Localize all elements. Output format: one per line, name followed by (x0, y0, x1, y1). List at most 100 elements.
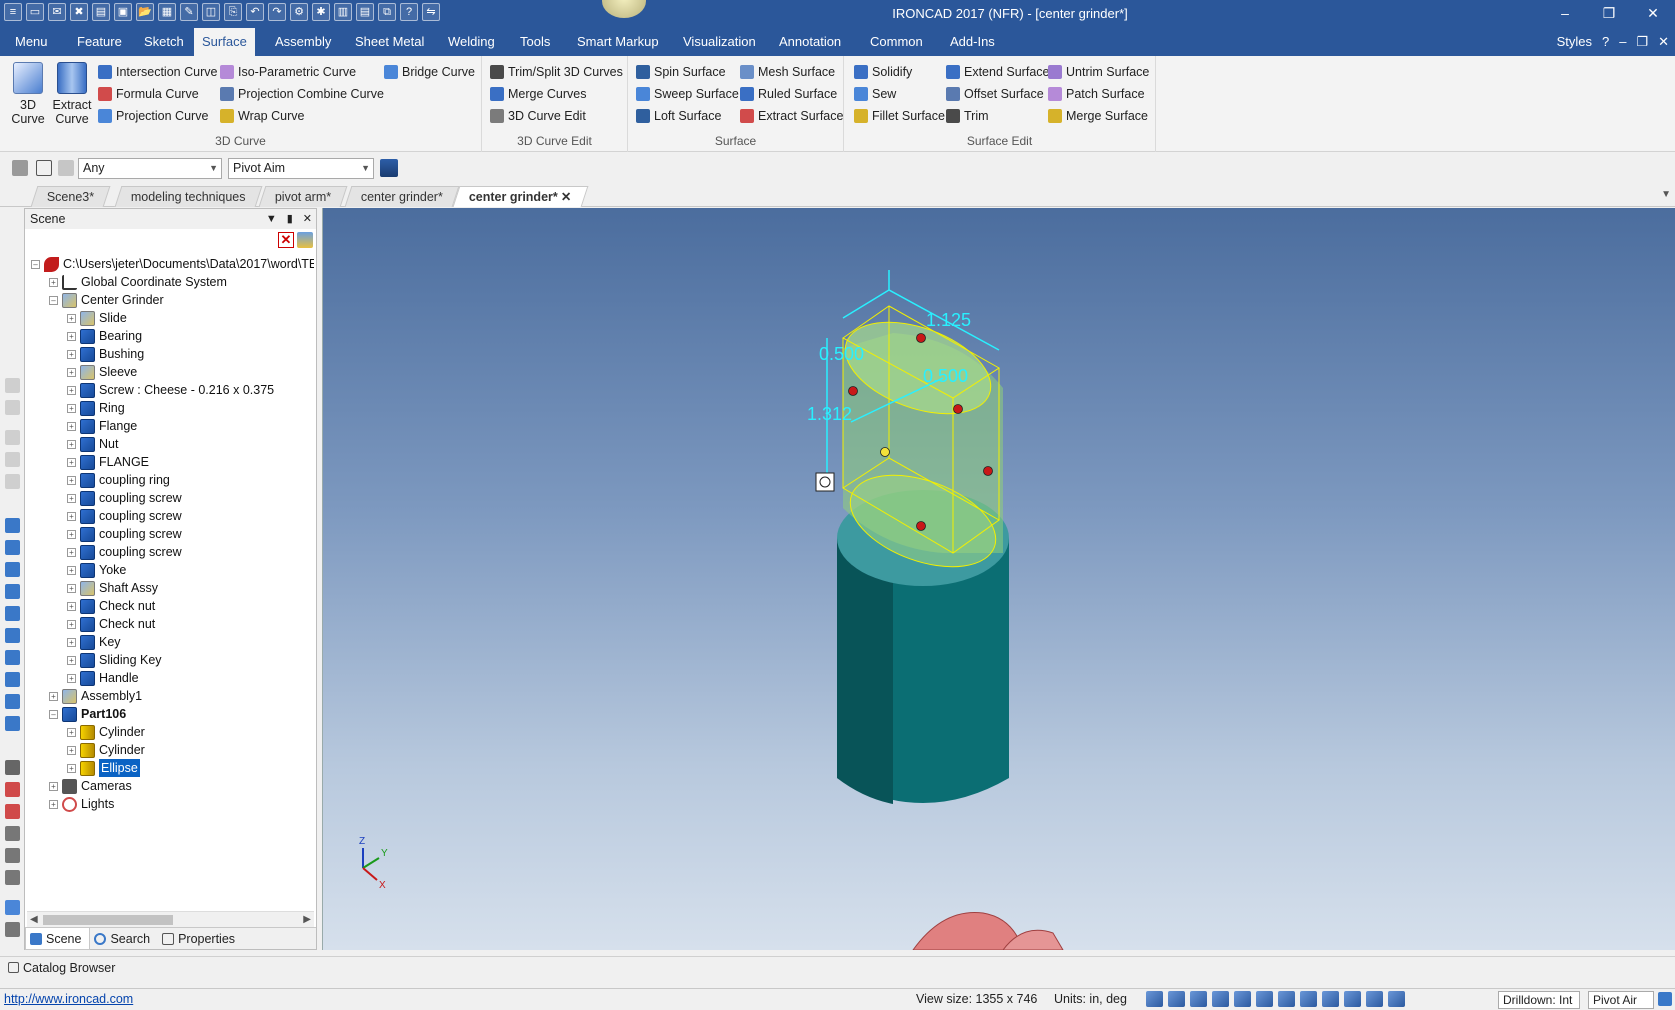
expand-toggle-icon[interactable]: + (67, 511, 76, 521)
iso-parametric-curve-button[interactable]: Iso-Parametric Curve (220, 62, 356, 82)
expand-toggle-icon[interactable]: + (67, 457, 76, 467)
expand-toggle-icon[interactable]: + (67, 763, 76, 773)
view-icon[interactable] (5, 378, 20, 393)
tree-item[interactable]: + Bushing (67, 345, 144, 363)
section-icon[interactable] (1322, 991, 1339, 1007)
ruled-surface-button[interactable]: Ruled Surface (740, 84, 837, 104)
3d-curve-button[interactable]: 3D Curve (6, 62, 50, 126)
help-icon[interactable]: ? (1602, 28, 1609, 56)
tree-item[interactable]: + Check nut (67, 597, 155, 615)
tree-item[interactable]: + Cameras (49, 777, 132, 795)
tab-assembly[interactable]: Assembly (267, 28, 339, 56)
orbit-icon[interactable] (1234, 991, 1251, 1007)
tab-common[interactable]: Common (862, 28, 931, 56)
tree-item[interactable]: + Screw : Cheese - 0.216 x 0.375 (67, 381, 274, 399)
select-icon[interactable] (12, 160, 28, 176)
panel-tab-search[interactable]: Search (90, 928, 158, 950)
expand-toggle-icon[interactable]: + (67, 475, 76, 485)
drilldown-dropdown[interactable]: Drilldown: Int (1498, 991, 1580, 1009)
tab-add-ins[interactable]: Add-Ins (942, 28, 1003, 56)
tab-visualization[interactable]: Visualization (675, 28, 764, 56)
doc-tab-center-grinder-2[interactable]: center grinder* ✕ (452, 186, 589, 207)
expand-toggle-icon[interactable]: + (67, 637, 76, 647)
tree-item[interactable]: + Ellipse (67, 759, 140, 777)
angle-icon[interactable] (5, 848, 20, 863)
restore-button[interactable]: ❐ (1587, 0, 1631, 28)
dimension-icon[interactable] (5, 804, 20, 819)
doc-tab-center-grinder-1[interactable]: center grinder* (344, 186, 460, 207)
cube-view-icon[interactable] (5, 540, 20, 555)
cube-view-icon[interactable] (5, 518, 20, 533)
panel-tab-scene[interactable]: Scene (25, 928, 91, 950)
intersection-curve-button[interactable]: Intersection Curve (98, 62, 217, 82)
expand-toggle-icon[interactable]: + (49, 781, 58, 791)
merge-curves-button[interactable]: Merge Curves (490, 84, 587, 104)
tree-item[interactable]: + Lights (49, 795, 114, 813)
merge-surface-button[interactable]: Merge Surface (1048, 106, 1148, 126)
expand-toggle-icon[interactable]: + (49, 799, 58, 809)
expand-toggle-icon[interactable]: + (67, 547, 76, 557)
offset-surface-button[interactable]: Offset Surface (946, 84, 1044, 104)
solidify-button[interactable]: Solidify (854, 62, 912, 82)
formula-curve-button[interactable]: Formula Curve (98, 84, 199, 104)
tab-tools[interactable]: Tools (512, 28, 558, 56)
cube-view-icon[interactable] (5, 628, 20, 643)
settings-icon[interactable] (1658, 992, 1672, 1006)
extract-surface-button[interactable]: Extract Surface (740, 106, 843, 126)
pointer-icon[interactable] (1388, 991, 1405, 1007)
sort-icon[interactable] (297, 232, 313, 248)
doc-minimize-button[interactable]: – (1619, 28, 1626, 56)
mesh-surface-button[interactable]: Mesh Surface (740, 62, 835, 82)
trim-button[interactable]: Trim (946, 106, 989, 126)
tree-item[interactable]: + Slide (67, 309, 127, 327)
tree-item[interactable]: + Assembly1 (49, 687, 142, 705)
expand-toggle-icon[interactable]: – (49, 709, 58, 719)
size-handle[interactable] (916, 521, 926, 531)
3d-viewport[interactable]: 1.125 0.500 0.500 1.312 Z Y X (322, 208, 1675, 950)
expand-toggle-icon[interactable]: + (49, 277, 58, 287)
tab-welding[interactable]: Welding (440, 28, 503, 56)
extend-surface-button[interactable]: Extend Surface (946, 62, 1049, 82)
expand-toggle-icon[interactable]: + (67, 619, 76, 629)
filter-icon[interactable] (58, 160, 74, 176)
expand-toggle-icon[interactable]: + (67, 331, 76, 341)
expand-toggle-icon[interactable]: + (67, 745, 76, 755)
tree-item[interactable]: + Cylinder (67, 723, 145, 741)
panel-tab-properties[interactable]: Properties (158, 928, 243, 950)
view-icon[interactable] (5, 452, 20, 467)
expand-toggle-icon[interactable]: + (67, 421, 76, 431)
view-icon[interactable] (5, 430, 20, 445)
doc-restore-button[interactable]: ❐ (1636, 28, 1648, 56)
tree-item[interactable]: + Ring (67, 399, 125, 417)
tab-sheet-metal[interactable]: Sheet Metal (347, 28, 432, 56)
zoom-icon[interactable] (1146, 991, 1163, 1007)
expand-toggle-icon[interactable]: + (67, 439, 76, 449)
expand-toggle-icon[interactable]: + (67, 727, 76, 737)
expand-toggle-icon[interactable]: – (49, 295, 58, 305)
clear-filter-icon[interactable]: ✕ (278, 232, 294, 248)
view-icon[interactable] (5, 474, 20, 489)
cube-view-icon[interactable] (5, 584, 20, 599)
expand-toggle-icon[interactable]: + (67, 673, 76, 683)
size-handle[interactable] (916, 333, 926, 343)
tree-item[interactable]: + Sliding Key (67, 651, 162, 669)
sew-button[interactable]: Sew (854, 84, 896, 104)
tree-item[interactable]: + Nut (67, 435, 118, 453)
scroll-right-icon[interactable]: ▶ (303, 912, 311, 928)
pivot-mode-dropdown[interactable]: Pivot Aim ▼ (228, 158, 374, 179)
projection-curve-button[interactable]: Projection Curve (98, 106, 208, 126)
doc-tab-modeling-techniques[interactable]: modeling techniques (114, 186, 263, 207)
angle-icon[interactable] (5, 826, 20, 841)
minimize-button[interactable]: – (1543, 0, 1587, 28)
tree-item[interactable]: + Flange (67, 417, 137, 435)
pivot-dropdown[interactable]: Pivot Air (1588, 991, 1654, 1009)
scroll-left-icon[interactable]: ◀ (30, 912, 38, 928)
zoom-window-icon[interactable] (1168, 991, 1185, 1007)
tree-item[interactable]: – C:\Users\jeter\Documents\Data\2017\word… (31, 255, 314, 273)
expand-toggle-icon[interactable]: + (67, 601, 76, 611)
tree-item[interactable]: + coupling screw (67, 543, 182, 561)
display-icon[interactable] (1300, 991, 1317, 1007)
expand-toggle-icon[interactable]: + (67, 349, 76, 359)
expand-toggle-icon[interactable]: + (67, 565, 76, 575)
close-button[interactable]: ✕ (1631, 0, 1675, 28)
